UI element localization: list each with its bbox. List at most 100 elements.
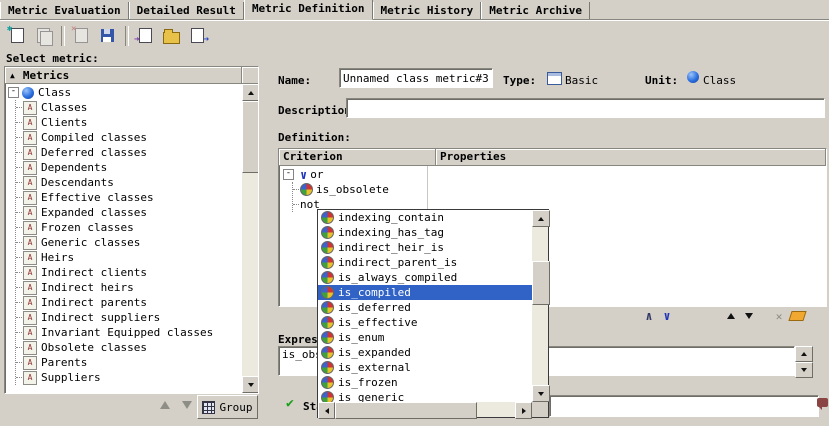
duplicate-metric-button[interactable]	[31, 24, 56, 48]
scroll-right-button[interactable]	[515, 402, 532, 419]
criterion-option[interactable]: is_enum	[318, 330, 532, 345]
header-corner	[242, 67, 258, 84]
scroll-thumb[interactable]	[532, 261, 550, 305]
criterion-option[interactable]: is_expanded	[318, 345, 532, 360]
group-button[interactable]: Group	[197, 395, 258, 419]
criterion-icon	[321, 391, 334, 402]
metric-tree-item[interactable]: Indirect suppliers	[16, 310, 242, 325]
tab[interactable]: Metric Archive	[481, 2, 590, 19]
expression-scrollbar[interactable]	[795, 346, 811, 376]
and-criterion-button[interactable]: ∧	[640, 308, 658, 324]
scroll-track[interactable]	[242, 173, 258, 376]
scroll-up-button[interactable]	[532, 210, 550, 227]
metric-item-label: Indirect parents	[41, 296, 147, 309]
export-metrics-button[interactable]: ➜	[185, 24, 210, 48]
delete-criterion-button[interactable]: ✕	[770, 308, 788, 324]
description-input[interactable]	[346, 98, 825, 118]
tab[interactable]: Metric Evaluation	[0, 2, 129, 19]
metric-tree-item[interactable]: Heirs	[16, 250, 242, 265]
criterion-option[interactable]: is_generic	[318, 390, 532, 402]
collapse-toggle-icon[interactable]: -	[8, 87, 19, 98]
criterion-option[interactable]: is_compiled	[318, 285, 532, 300]
properties-column-header[interactable]: Properties	[436, 149, 826, 166]
metric-tree-item[interactable]: Effective classes	[16, 190, 242, 205]
metric-tree-item[interactable]: Invariant Equipped classes	[16, 325, 242, 340]
metric-tree-item[interactable]: Frozen classes	[16, 220, 242, 235]
criterion-row-is-obsolete[interactable]: is_obsolete	[293, 182, 826, 197]
metric-tree-item[interactable]: Dependents	[16, 160, 242, 175]
scroll-down-button[interactable]	[532, 385, 550, 402]
criterion-tree: - ∨ or is_obsolete not	[279, 166, 826, 212]
tab[interactable]: Detailed Result	[129, 2, 244, 19]
metric-tree-item[interactable]: Parents	[16, 355, 242, 370]
dropdown-horizontal-scrollbar[interactable]	[318, 402, 532, 417]
comment-input[interactable]	[549, 395, 819, 417]
delete-metric-button[interactable]: ✕	[69, 24, 94, 48]
metric-tree-root-label: Class	[38, 86, 71, 99]
metric-icon	[23, 266, 37, 280]
criterion-option[interactable]: indirect_parent_is	[318, 255, 532, 270]
open-metrics-button[interactable]	[159, 24, 184, 48]
metric-tree-item[interactable]: Obsolete classes	[16, 340, 242, 355]
metrics-column-header[interactable]: ▲ Metrics	[5, 67, 242, 84]
duplicate-metric-icon-front	[40, 31, 53, 46]
metric-item-label: Heirs	[41, 251, 74, 264]
metric-tree-item[interactable]: Compiled classes	[16, 130, 242, 145]
criterion-icon	[321, 226, 334, 239]
metric-tree-item[interactable]: Suppliers	[16, 370, 242, 385]
metric-tree-item[interactable]: Expanded classes	[16, 205, 242, 220]
metric-tree-root[interactable]: - Class	[8, 85, 242, 100]
scroll-left-button[interactable]	[318, 402, 335, 419]
scroll-track[interactable]	[532, 227, 548, 261]
criterion-column-header[interactable]: Criterion	[279, 149, 436, 166]
new-metric-button[interactable]: ✱	[5, 24, 30, 48]
tab[interactable]: Metric History	[373, 2, 482, 19]
name-input[interactable]	[339, 68, 493, 88]
metric-tree-item[interactable]: Generic classes	[16, 235, 242, 250]
metric-tree-item[interactable]: Clients	[16, 115, 242, 130]
metric-tree-item[interactable]: Classes	[16, 100, 242, 115]
metric-tree-item[interactable]: Deferred classes	[16, 145, 242, 160]
collapse-toggle-icon[interactable]: -	[283, 169, 294, 180]
move-criterion-down-button[interactable]	[740, 308, 758, 324]
export-metrics-icon	[191, 28, 204, 43]
criterion-option[interactable]: indirect_heir_is	[318, 240, 532, 255]
scroll-thumb[interactable]	[335, 402, 477, 419]
move-criterion-up-button[interactable]	[722, 308, 740, 324]
criterion-option[interactable]: is_deferred	[318, 300, 532, 315]
scroll-thumb[interactable]	[242, 101, 259, 173]
scroll-down-button[interactable]	[242, 376, 259, 393]
metric-icon	[23, 371, 37, 385]
metric-tree-item[interactable]: Indirect clients	[16, 265, 242, 280]
criterion-icon	[321, 361, 334, 374]
criterion-icon	[321, 241, 334, 254]
or-icon: ∨	[663, 309, 670, 323]
or-criterion-button[interactable]: ∨	[658, 308, 676, 324]
move-down-icon[interactable]	[182, 401, 192, 409]
save-metric-button[interactable]	[95, 24, 120, 48]
scroll-down-button[interactable]	[795, 362, 813, 378]
move-up-icon[interactable]	[160, 401, 170, 409]
erase-definition-button[interactable]	[788, 308, 806, 324]
metric-tree-item[interactable]: Descendants	[16, 175, 242, 190]
criterion-option[interactable]: is_frozen	[318, 375, 532, 390]
criterion-option[interactable]: is_effective	[318, 315, 532, 330]
criterion-option[interactable]: is_external	[318, 360, 532, 375]
scroll-track[interactable]	[532, 305, 548, 385]
metric-item-label: Compiled classes	[41, 131, 147, 144]
metrics-list-scrollbar[interactable]	[242, 84, 258, 393]
criterion-option[interactable]: indexing_has_tag	[318, 225, 532, 240]
scroll-up-button[interactable]	[242, 84, 259, 101]
metric-tree-item[interactable]: Indirect parents	[16, 295, 242, 310]
tab[interactable]: Metric Definition	[244, 0, 373, 20]
criterion-option[interactable]: is_always_compiled	[318, 270, 532, 285]
or-operator-icon: ∨	[300, 169, 307, 181]
criterion-option-label: indexing_contain	[338, 211, 444, 224]
import-metrics-button[interactable]: ➜	[133, 24, 158, 48]
dropdown-vertical-scrollbar[interactable]	[532, 210, 548, 402]
scroll-up-button[interactable]	[795, 346, 813, 362]
criterion-option[interactable]: indexing_contain	[318, 210, 532, 225]
criterion-row-or[interactable]: - ∨ or	[283, 167, 826, 182]
metric-tree-item[interactable]: Indirect heirs	[16, 280, 242, 295]
scroll-track[interactable]	[477, 402, 515, 417]
